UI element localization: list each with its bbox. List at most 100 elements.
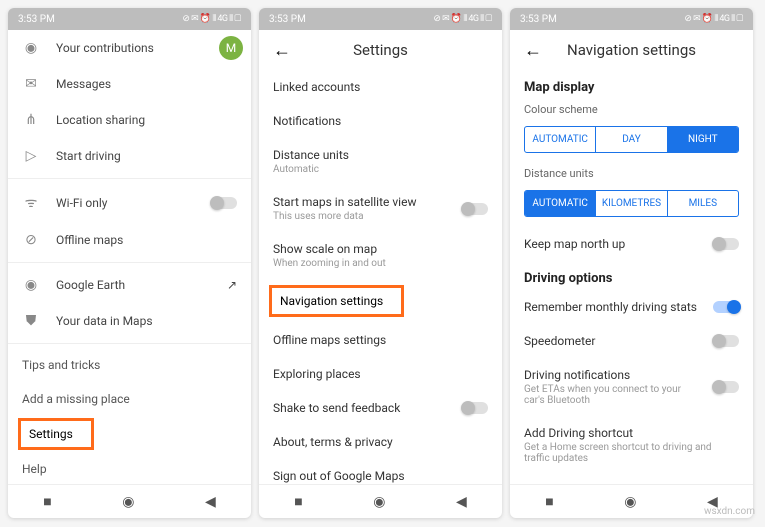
nav-recent[interactable]: ■ xyxy=(545,493,553,510)
nav-back[interactable]: ◀ xyxy=(456,494,467,510)
nav-home[interactable]: ◉ xyxy=(624,494,636,510)
label: Your data in Maps xyxy=(56,314,237,328)
external-icon: ↗ xyxy=(227,278,237,292)
contributions-icon: ◉ xyxy=(22,40,40,56)
status-icons: ⊘ ✉ ⏰ ⫴ 4G ⫴ ▢ xyxy=(684,14,743,24)
messages-icon: ✉ xyxy=(22,76,40,92)
divider xyxy=(8,262,251,263)
menu-start-driving[interactable]: ▷ Start driving xyxy=(8,138,251,174)
menu-location-sharing[interactable]: ⋔ Location sharing xyxy=(8,102,251,138)
nav-back[interactable]: ◀ xyxy=(205,494,216,510)
seg-colour-scheme: AUTOMATIC DAY NIGHT xyxy=(524,126,739,153)
data-icon: ⛊ xyxy=(22,313,40,329)
header: ← Settings xyxy=(259,30,502,70)
opt-miles[interactable]: MILES xyxy=(668,191,738,216)
label: Your contributions xyxy=(56,41,237,55)
status-bar: 3:53 PM ⊘ ✉ ⏰ ⫴ 4G ⫴ ▢ xyxy=(259,8,502,30)
label: Start driving xyxy=(56,149,237,163)
row-remember-stats[interactable]: Remember monthly driving stats xyxy=(510,290,753,324)
wifi-icon: ᯤ xyxy=(22,193,40,212)
opt-night[interactable]: NIGHT xyxy=(668,127,738,152)
row-show-scale[interactable]: Show scale on mapWhen zooming in and out xyxy=(259,232,502,279)
menu-tips[interactable]: Tips and tricks xyxy=(8,348,251,382)
north-toggle[interactable] xyxy=(713,238,739,250)
row-driving-notifications[interactable]: Driving notificationsGet ETAs when you c… xyxy=(510,358,753,416)
row-keep-north[interactable]: Keep map north up xyxy=(510,227,753,261)
divider xyxy=(8,178,251,179)
row-exploring-places[interactable]: Exploring places xyxy=(259,357,502,391)
opt-kilometres[interactable]: KILOMETRES xyxy=(596,191,667,216)
screen-navigation-settings: 3:53 PM ⊘ ✉ ⏰ ⫴ 4G ⫴ ▢ ← Navigation sett… xyxy=(510,8,753,518)
status-bar: 3:53 PM ⊘ ✉ ⏰ ⫴ 4G ⫴ ▢ xyxy=(8,8,251,30)
menu-offline-maps[interactable]: ⊘Offline maps xyxy=(8,222,251,258)
opt-automatic[interactable]: AUTOMATIC xyxy=(525,127,596,152)
speedometer-toggle[interactable] xyxy=(713,335,739,347)
menu-help[interactable]: Help xyxy=(8,452,251,484)
nav-bar: ■ ◉ ◀ xyxy=(259,484,502,518)
time: 3:53 PM xyxy=(520,14,557,25)
row-notifications[interactable]: Notifications xyxy=(259,104,502,138)
row-offline-maps-settings[interactable]: Offline maps settings xyxy=(259,323,502,357)
opt-day[interactable]: DAY xyxy=(596,127,667,152)
label: Location sharing xyxy=(56,113,237,127)
row-shake-feedback[interactable]: Shake to send feedback xyxy=(259,391,502,425)
back-button[interactable]: ← xyxy=(524,40,542,61)
screen-settings: 3:53 PM ⊘ ✉ ⏰ ⫴ 4G ⫴ ▢ ← Settings Linked… xyxy=(259,8,502,518)
nav-home[interactable]: ◉ xyxy=(373,494,385,510)
opt-automatic[interactable]: AUTOMATIC xyxy=(525,191,596,216)
label-colour-scheme: Colour scheme xyxy=(510,99,753,120)
row-linked-accounts[interactable]: Linked accounts xyxy=(259,70,502,104)
earth-icon: ◉ xyxy=(22,277,40,293)
row-satellite-view[interactable]: Start maps in satellite viewThis uses mo… xyxy=(259,185,502,232)
row-about[interactable]: About, terms & privacy xyxy=(259,425,502,459)
section-driving-options: Driving options xyxy=(510,261,753,290)
location-icon: ⋔ xyxy=(22,112,40,128)
nav-bar: ■ ◉ ◀ xyxy=(8,484,251,518)
time: 3:53 PM xyxy=(18,14,55,25)
menu-google-earth[interactable]: ◉ Google Earth ↗ xyxy=(8,267,251,303)
page-title: Navigation settings xyxy=(542,41,721,59)
screen-menu: 3:53 PM ⊘ ✉ ⏰ ⫴ 4G ⫴ ▢ M ◉ Your contribut… xyxy=(8,8,251,518)
navset-content: Map display Colour scheme AUTOMATIC DAY … xyxy=(510,70,753,484)
section-map-display: Map display xyxy=(510,70,753,99)
status-icons: ⊘ ✉ ⏰ ⫴ 4G ⫴ ▢ xyxy=(433,14,492,24)
label: Messages xyxy=(56,77,237,91)
label: Google Earth xyxy=(56,278,211,292)
notifications-toggle[interactable] xyxy=(713,381,739,393)
settings-content: Linked accounts Notifications Distance u… xyxy=(259,70,502,484)
row-navigation-highlight: Navigation settings xyxy=(259,279,502,323)
satellite-toggle[interactable] xyxy=(462,203,488,215)
menu-settings[interactable]: Settings xyxy=(18,418,94,450)
menu-add-place[interactable]: Add a missing place xyxy=(8,382,251,416)
time: 3:53 PM xyxy=(269,14,306,25)
row-add-shortcut[interactable]: Add Driving shortcutGet a Home screen sh… xyxy=(510,416,753,474)
menu-messages[interactable]: ✉ Messages xyxy=(8,66,251,102)
menu-wifi-only[interactable]: ᯤ Wi-Fi only xyxy=(8,183,251,222)
row-distance-units[interactable]: Distance unitsAutomatic xyxy=(259,138,502,185)
seg-distance-units: AUTOMATIC KILOMETRES MILES xyxy=(524,190,739,217)
avatar[interactable]: M xyxy=(219,36,243,60)
row-signout[interactable]: Sign out of Google Maps xyxy=(259,459,502,484)
menu-your-data[interactable]: ⛊ Your data in Maps xyxy=(8,303,251,339)
stats-toggle[interactable] xyxy=(713,301,739,313)
label: Wi-Fi only xyxy=(56,196,195,210)
watermark: wsxdn.com xyxy=(704,506,755,517)
offline-icon: ⊘ xyxy=(22,232,40,248)
menu-contributions[interactable]: ◉ Your contributions xyxy=(8,30,251,66)
driving-icon: ▷ xyxy=(22,148,40,164)
back-button[interactable]: ← xyxy=(273,40,291,61)
nav-recent[interactable]: ■ xyxy=(294,493,302,510)
wifi-toggle[interactable] xyxy=(211,197,237,209)
divider xyxy=(8,343,251,344)
shake-toggle[interactable] xyxy=(462,402,488,414)
header: ← Navigation settings xyxy=(510,30,753,70)
menu-settings-highlight: Settings xyxy=(8,416,251,452)
nav-recent[interactable]: ■ xyxy=(43,493,51,510)
menu-content: M ◉ Your contributions ✉ Messages ⋔ Locatio… xyxy=(8,30,251,484)
page-title: Settings xyxy=(291,41,470,59)
row-navigation-settings[interactable]: Navigation settings xyxy=(269,285,404,317)
row-speedometer[interactable]: Speedometer xyxy=(510,324,753,358)
nav-home[interactable]: ◉ xyxy=(122,494,134,510)
status-bar: 3:53 PM ⊘ ✉ ⏰ ⫴ 4G ⫴ ▢ xyxy=(510,8,753,30)
status-icons: ⊘ ✉ ⏰ ⫴ 4G ⫴ ▢ xyxy=(182,14,241,24)
